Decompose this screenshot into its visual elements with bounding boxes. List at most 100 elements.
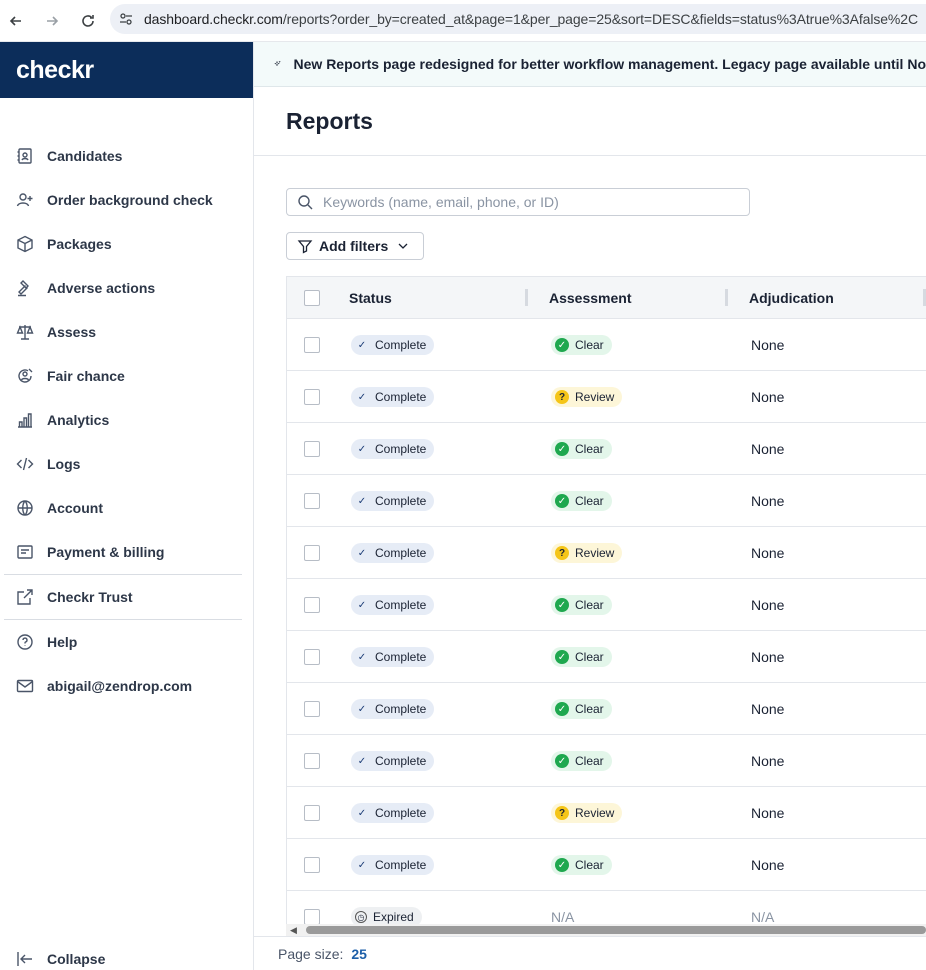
back-arrow-icon[interactable] [6,11,26,31]
sidebar-item-assess[interactable]: Assess [0,310,254,354]
assessment-cell: ✓ Clear [551,631,612,683]
assessment-cell: ? Review [551,527,623,579]
sidebar-item-payment-billing[interactable]: Payment & billing [0,530,254,574]
sidebar: checkr Candidates Order background check… [0,42,254,970]
scroll-left-arrow-icon[interactable]: ◀ [290,925,297,936]
sidebar-item-help[interactable]: Help [0,620,254,664]
table-row[interactable]: ✓ Complete ✓ Clear None [287,839,926,891]
sparkle-icon [274,60,282,67]
assessment-text: Clear [575,442,604,456]
assessment-badge: ✓ Clear [551,647,612,667]
bar-chart-icon [18,413,32,428]
status-text: Complete [375,702,427,716]
status-badge: ✓ Complete [351,335,435,355]
row-checkbox[interactable] [304,493,320,509]
sidebar-item-label: abigail@zendrop.com [47,678,193,694]
status-badge: ✓ Complete [351,855,435,875]
sidebar-item-packages[interactable]: Packages [0,222,254,266]
table-row[interactable]: ✓ Complete ✓ Clear None [287,683,926,735]
table-row[interactable]: ✓ Complete ✓ Clear None [287,319,926,371]
row-checkbox[interactable] [304,753,320,769]
sidebar-item-analytics[interactable]: Analytics [0,398,254,442]
row-checkbox[interactable] [304,701,320,717]
column-header-assessment[interactable]: Assessment [549,277,632,319]
sidebar-item-checkr-trust[interactable]: Checkr Trust [0,575,254,619]
reload-icon[interactable] [78,11,98,31]
table-row[interactable]: ✓ Complete ✓ Clear None [287,475,926,527]
status-text: Expired [373,910,414,924]
column-header-adjudication[interactable]: Adjudication [749,277,834,319]
adjudication-cell: None [751,631,784,683]
row-checkbox[interactable] [304,337,320,353]
question-icon: ? [555,806,569,820]
row-checkbox[interactable] [304,597,320,613]
status-text: Complete [375,806,427,820]
add-filters-button[interactable]: Add filters [286,232,424,260]
column-header-status[interactable]: Status [349,277,392,319]
table-row[interactable]: ✓ Complete ✓ Clear None [287,579,926,631]
table-row[interactable]: ✓ Complete? Review None [287,371,926,423]
table-row[interactable]: ✓ Complete ✓ Clear None [287,423,926,475]
select-all-checkbox-cell [304,277,320,319]
sidebar-item-label: Checkr Trust [47,589,133,605]
sidebar-item-fair-chance[interactable]: Fair chance [0,354,254,398]
table-row[interactable]: ✓ Complete? Review None [287,787,926,839]
page-size-selector[interactable]: 25 [351,946,367,962]
status-cell: ✓ Complete [351,475,435,527]
check-circle-icon: ✓ [555,442,569,456]
row-checkbox[interactable] [304,441,320,457]
status-cell: ✓ Complete [351,631,435,683]
status-text: Complete [375,754,427,768]
row-checkbox[interactable] [304,389,320,405]
forward-arrow-icon[interactable] [42,11,62,31]
row-checkbox[interactable] [304,649,320,665]
sidebar-item-candidates[interactable]: Candidates [0,134,254,178]
collapse-button[interactable]: Collapse [16,950,105,968]
assessment-cell: ✓ Clear [551,839,612,891]
package-box-icon [17,235,33,253]
table-row[interactable]: ✓ Complete ✓ Clear None [287,631,926,683]
adjudication-cell: None [751,735,784,787]
status-text: Complete [375,598,427,612]
row-checkbox[interactable] [304,545,320,561]
sidebar-item-label: Order background check [47,192,213,208]
assessment-text: Clear [575,338,604,352]
sidebar-item-label: Adverse actions [47,280,156,296]
status-cell: ✓ Complete [351,319,435,371]
add-user-icon [16,193,33,207]
assessment-cell: ✓ Clear [551,683,612,735]
column-resize-handle[interactable] [725,289,728,306]
scrollbar-thumb[interactable] [306,926,926,934]
search-input[interactable] [323,194,723,210]
url-path: /reports?order_by=created_at&page=1&per_… [282,11,918,27]
sidebar-item-order-background-check[interactable]: Order background check [0,178,254,222]
sidebar-item-adverse-actions[interactable]: Adverse actions [0,266,254,310]
row-checkbox-cell [304,631,320,683]
collapse-label: Collapse [47,951,106,967]
clock-icon: ◷ [355,911,367,923]
chevron-down-icon [398,243,408,249]
site-settings-icon[interactable] [118,11,134,27]
search-box[interactable] [286,188,750,216]
sidebar-item-email[interactable]: abigail@zendrop.com [0,664,254,708]
brand-header[interactable]: checkr [0,42,253,98]
url-domain: dashboard.checkr.com [144,11,283,27]
select-all-checkbox[interactable] [304,290,320,306]
row-checkbox[interactable] [304,909,320,925]
sidebar-nav: Candidates Order background check Packag… [0,134,254,708]
sidebar-item-label: Help [47,634,78,650]
table-row[interactable]: ✓ Complete ✓ Clear None [287,735,926,787]
assessment-text: Clear [575,754,604,768]
sidebar-item-account[interactable]: Account [0,486,254,530]
sidebar-item-logs[interactable]: Logs [0,442,254,486]
sidebar-item-label: Account [47,500,103,516]
row-checkbox[interactable] [304,805,320,821]
horizontal-scrollbar[interactable]: ◀ [286,924,926,936]
address-bar[interactable]: dashboard.checkr.com/reports?order_by=cr… [110,4,926,34]
row-checkbox[interactable] [304,857,320,873]
table-row[interactable]: ✓ Complete? Review None [287,527,926,579]
assessment-cell: ✓ Clear [551,319,612,371]
column-resize-handle[interactable] [525,289,528,306]
checkr-logo[interactable]: checkr [16,56,94,85]
adjudication-cell: None [751,423,784,475]
